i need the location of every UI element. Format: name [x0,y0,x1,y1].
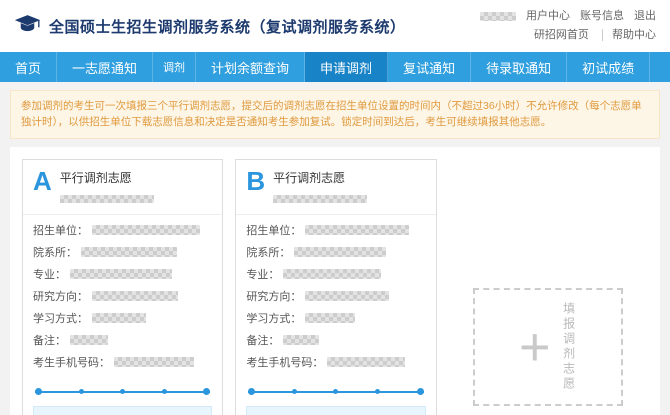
nav-item-apply-tiaoji[interactable]: 申请调剂 [305,52,388,82]
timeline-dot [333,389,338,394]
redacted-value [305,225,409,235]
redacted-value [92,313,146,323]
nav-item-tiaoji[interactable]: 调剂 [153,52,196,82]
tiaoji-card-a: A 平行调剂志愿 招生单位： 院系所： 专业： 研究方向： 学习方式： 备注： … [22,159,223,415]
field-label: 备注： [246,332,279,348]
field-label: 考生手机号码： [33,354,110,370]
field-label: 备注： [33,332,66,348]
redacted-value [305,313,355,323]
status-box: 调剂申请已被招生单位查看。 [246,406,425,415]
tiaoji-panel: A 平行调剂志愿 招生单位： 院系所： 专业： 研究方向： 学习方式： 备注： … [10,147,660,415]
field-row: 研究方向： [246,288,425,304]
redacted-subtitle [60,195,154,203]
header-user-area: 用户中心 账号信息 退出 研招网首页 帮助中心 [480,7,656,44]
logout-link[interactable]: 退出 [634,7,656,26]
add-tiaoji-button[interactable]: + 填报调剂志愿 [473,288,623,406]
field-label: 招生单位： [246,222,301,238]
redacted-value [92,291,178,301]
field-label: 学习方式： [246,310,301,326]
field-row: 学习方式： [33,310,212,326]
nav-item-home[interactable]: 首页 [0,52,57,82]
timeline-dot [79,389,84,394]
redacted-value [81,247,177,257]
redacted-value [283,269,381,279]
page-title: 全国硕士生招生调剂服务系统（复试调剂服务系统） [49,16,406,37]
redacted-value [70,335,108,345]
field-row: 学习方式： [246,310,425,326]
status-timeline [35,388,210,396]
nav-item-retest-notice[interactable]: 复试通知 [388,52,471,82]
field-label: 院系所： [33,244,77,260]
timeline-dot [375,389,380,394]
yanzhao-home-link[interactable]: 研招网首页 [534,29,589,41]
redacted-value [294,247,386,257]
main-nav: 首页 一志愿通知 调剂 计划余额查询 申请调剂 复试通知 待录取通知 初试成绩 [0,52,670,82]
timeline-dot [120,389,125,394]
field-label: 专业： [33,266,66,282]
empty-slot-column: + 填报调剂志愿 [449,159,648,415]
field-list: 招生单位： 院系所： 专业： 研究方向： 学习方式： 备注： 考生手机号码： [236,215,435,380]
redacted-value [70,269,172,279]
nav-item-first-choice-notice[interactable]: 一志愿通知 [57,52,153,82]
redacted-value [114,357,194,367]
notice-banner: 参加调剂的考生可一次填报三个平行调剂志愿，提交后的调剂志愿在招生单位设置的时间内… [10,90,660,139]
status-box: 招生单位已发出录取通知。查看 [33,406,212,415]
top-header: 全国硕士生招生调剂服务系统（复试调剂服务系统） 用户中心 账号信息 退出 研招网… [0,0,670,52]
card-letter: B [246,168,265,194]
nav-item-plan-balance-query[interactable]: 计划余额查询 [196,52,305,82]
field-row: 备注： [246,332,425,348]
timeline-dot [203,388,210,395]
field-label: 学习方式： [33,310,88,326]
redacted-subtitle [273,195,367,203]
field-label: 专业： [246,266,279,282]
redacted-value [305,291,389,301]
field-row: 招生单位： [33,222,212,238]
card-header: B 平行调剂志愿 [236,160,435,215]
field-label: 招生单位： [33,222,88,238]
field-label: 研究方向： [246,288,301,304]
redacted-username [480,12,516,21]
graduation-cap-icon [14,13,41,39]
plus-icon: + [519,323,551,372]
field-row: 考生手机号码： [246,354,425,370]
tiaoji-card-b: B 平行调剂志愿 招生单位： 院系所： 专业： 研究方向： 学习方式： 备注： … [235,159,436,415]
timeline-dot [417,388,424,395]
field-row: 院系所： [33,244,212,260]
field-label: 研究方向： [33,288,88,304]
card-title: 平行调剂志愿 [273,169,367,186]
field-row: 考生手机号码： [33,354,212,370]
field-label: 院系所： [246,244,290,260]
field-label: 考生手机号码： [246,354,323,370]
timeline-dot [35,388,42,395]
field-row: 院系所： [246,244,425,260]
timeline-dot [248,388,255,395]
card-letter: A [33,168,52,194]
user-center-link[interactable]: 用户中心 [526,7,570,26]
card-title: 平行调剂志愿 [60,169,154,186]
redacted-value [283,335,319,345]
nav-item-admission-notice[interactable]: 待录取通知 [471,52,567,82]
field-row: 专业： [33,266,212,282]
account-info-link[interactable]: 账号信息 [580,7,624,26]
redacted-value [327,357,405,367]
field-row: 专业： [246,266,425,282]
timeline-dot [162,389,167,394]
status-timeline [248,388,423,396]
add-tiaoji-label: 填报调剂志愿 [561,302,578,392]
timeline-dot [292,389,297,394]
field-list: 招生单位： 院系所： 专业： 研究方向： 学习方式： 备注： 考生手机号码： [23,215,222,380]
field-row: 招生单位： [246,222,425,238]
brand: 全国硕士生招生调剂服务系统（复试调剂服务系统） [14,13,406,39]
field-row: 研究方向： [33,288,212,304]
field-row: 备注： [33,332,212,348]
redacted-value [92,225,200,235]
help-center-link[interactable]: 帮助中心 [602,29,656,41]
card-header: A 平行调剂志愿 [23,160,222,215]
nav-item-exam-score[interactable]: 初试成绩 [567,52,650,82]
